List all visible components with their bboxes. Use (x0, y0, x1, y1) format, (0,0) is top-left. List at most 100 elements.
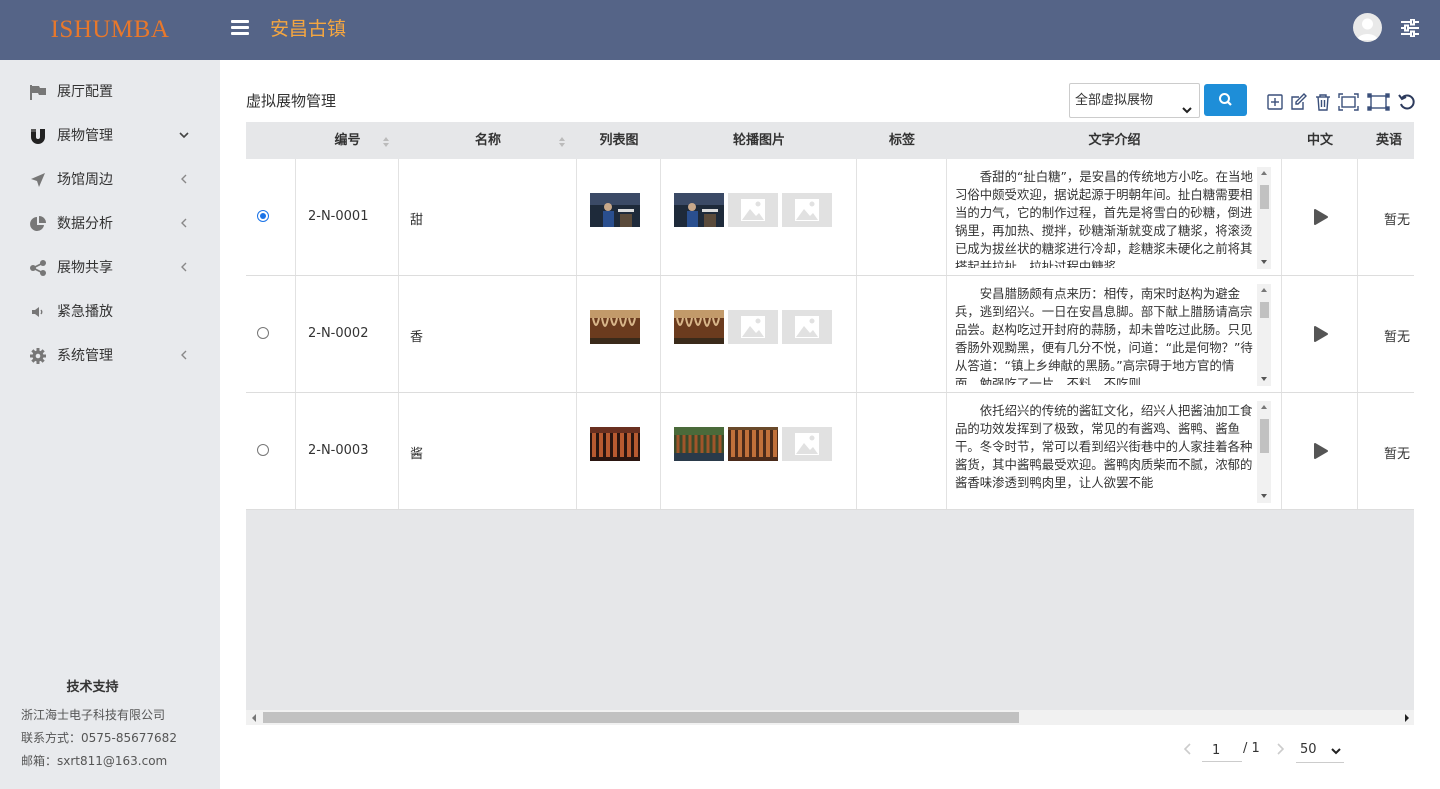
carousel-thumbnail[interactable] (728, 427, 778, 461)
share-icon (29, 259, 47, 277)
sidebar-item-exhibit-sharing[interactable]: 展物共享 (0, 246, 220, 290)
crop-icon[interactable] (1367, 93, 1391, 111)
sidebar-item-label: 展物共享 (57, 260, 113, 276)
exhibit-description: 依托绍兴的传统的酱缸文化，绍兴人把酱油加工食品的功效发挥到了极致，常见的有酱鸡、… (955, 403, 1253, 490)
exhibit-table: 编号 名称 列表图 轮播图片 标签 文字介绍 中文 英语 2-N-0001 甜 (246, 122, 1414, 711)
tech-support-panel: 技术支持 浙江海士电子科技有限公司 联系方式：0575-85677682 邮箱：… (0, 672, 220, 773)
name-cell (399, 393, 577, 509)
name-cell (399, 159, 577, 275)
list-thumbnail[interactable] (590, 427, 640, 461)
sidebar-item-system-management[interactable]: 系统管理 (0, 334, 220, 378)
image-placeholder-icon[interactable] (728, 310, 778, 344)
chevron-left-icon (177, 216, 191, 230)
sidebar-item-hall-config[interactable]: 展厅配置 (0, 70, 220, 114)
refresh-icon[interactable] (1398, 93, 1416, 111)
sidebar-item-emergency-broadcast[interactable]: 紧急播放 (0, 290, 220, 334)
sidebar-item-exhibit-management[interactable]: 展物管理 (0, 114, 220, 158)
image-placeholder-icon[interactable] (782, 193, 832, 227)
image-placeholder-icon[interactable] (782, 427, 832, 461)
image-placeholder-icon[interactable] (782, 310, 832, 344)
english-status: 暂无 (1384, 447, 1411, 462)
page-total: / 1 (1243, 741, 1260, 756)
play-icon[interactable] (1313, 325, 1329, 343)
list-thumbnail[interactable] (590, 193, 640, 227)
search-button[interactable] (1204, 84, 1247, 116)
select-cell (246, 393, 296, 509)
top-header: ISHUMBA 安昌古镇 (0, 0, 1440, 60)
expand-icon[interactable] (1338, 93, 1359, 111)
add-icon[interactable] (1266, 93, 1284, 111)
sliders-settings-icon[interactable] (1400, 18, 1420, 38)
sidebar: 展厅配置 展物管理 场馆周边 数据分析 展物共享 紧急播放 系统管理 技术支持 … (0, 60, 220, 789)
filter-selected-value: 全部虚拟展物 (1075, 93, 1154, 108)
site-title: 安昌古镇 (270, 18, 347, 40)
select-cell (246, 159, 296, 275)
column-header-name[interactable]: 名称 (399, 122, 577, 159)
chevron-down-icon (1331, 748, 1341, 755)
sidebar-item-label: 系统管理 (57, 348, 113, 364)
exhibit-code: 2-N-0003 (308, 443, 369, 458)
table-row[interactable]: 2-N-0001 甜 香甜的“扯白糖”，是安昌的传统地方小吃。在当地习俗中颇受欢… (246, 159, 1414, 276)
prev-page-icon[interactable] (1183, 742, 1193, 760)
sidebar-item-venue-surroundings[interactable]: 场馆周边 (0, 158, 220, 202)
sidebar-item-label: 展厅配置 (57, 84, 113, 100)
scroll-left-icon[interactable] (251, 714, 257, 722)
page-size-select[interactable]: 50 (1296, 739, 1344, 763)
tag-cell (857, 276, 947, 392)
play-icon[interactable] (1313, 208, 1329, 226)
column-header-english: 英语 (1375, 133, 1402, 148)
exhibit-name: 香 (410, 330, 424, 345)
description-scrollbar[interactable] (1257, 167, 1271, 269)
column-header-description: 文字介绍 (1088, 133, 1141, 148)
exhibit-description: 香甜的“扯白糖”，是安昌的传统地方小吃。在当地习俗中颇受欢迎，据说起源于明朝年间… (955, 169, 1253, 268)
pie-chart-icon (29, 215, 47, 233)
sidebar-item-label: 数据分析 (57, 216, 113, 232)
search-icon (1219, 93, 1232, 106)
list-thumbnail[interactable] (590, 310, 640, 344)
tag-cell (857, 393, 947, 509)
carousel-thumbnail[interactable] (674, 193, 724, 227)
support-email: 邮箱：sxrt811@163.com (21, 754, 168, 768)
row-select-radio[interactable] (257, 210, 269, 222)
delete-icon[interactable] (1314, 93, 1332, 111)
row-select-radio[interactable] (257, 327, 269, 339)
exhibit-code: 2-N-0002 (308, 326, 369, 341)
row-select-radio[interactable] (257, 444, 269, 456)
column-header-carousel: 轮播图片 (732, 133, 785, 148)
image-placeholder-icon[interactable] (728, 193, 778, 227)
sidebar-item-label: 展物管理 (57, 128, 113, 144)
user-avatar[interactable] (1353, 13, 1382, 42)
scrollbar-thumb[interactable] (263, 712, 1019, 723)
play-icon[interactable] (1313, 442, 1329, 460)
support-title: 技术支持 (66, 680, 119, 695)
column-header-list-image: 列表图 (599, 133, 639, 148)
description-scrollbar[interactable] (1257, 284, 1271, 386)
table-horizontal-scrollbar[interactable] (246, 710, 1414, 725)
chevron-left-icon (177, 172, 191, 186)
carousel-thumbnail[interactable] (674, 427, 724, 461)
sidebar-item-label: 场馆周边 (57, 172, 113, 188)
chevron-left-icon (177, 260, 191, 274)
select-cell (246, 276, 296, 392)
next-page-icon[interactable] (1275, 742, 1285, 760)
sort-icon[interactable] (558, 136, 566, 148)
exhibit-filter-select[interactable]: 全部虚拟展物 (1069, 83, 1200, 118)
description-scrollbar[interactable] (1257, 401, 1271, 503)
chevron-down-icon (1182, 95, 1192, 114)
flag-icon (29, 83, 47, 101)
sort-icon[interactable] (382, 136, 390, 148)
gear-icon (29, 347, 47, 365)
chevron-left-icon (177, 348, 191, 362)
table-row[interactable]: 2-N-0003 酱 依托绍兴的传统的酱缸文化，绍兴人把酱油加工食品的功效发挥到… (246, 393, 1414, 510)
carousel-thumbnail[interactable] (674, 310, 724, 344)
table-row[interactable]: 2-N-0002 香 安昌腊肠颇有点来历：相传，南宋时赵构为避金兵，逃到绍兴。一… (246, 276, 1414, 393)
edit-icon[interactable] (1290, 93, 1308, 111)
tag-cell (857, 159, 947, 275)
page-number-input[interactable]: 1 (1202, 740, 1242, 762)
sidebar-item-data-analysis[interactable]: 数据分析 (0, 202, 220, 246)
scroll-right-icon[interactable] (1404, 714, 1410, 722)
location-arrow-icon (29, 171, 47, 189)
chevron-down-icon (177, 128, 191, 142)
hamburger-menu-icon[interactable] (231, 20, 249, 36)
exhibit-code: 2-N-0001 (308, 209, 369, 224)
